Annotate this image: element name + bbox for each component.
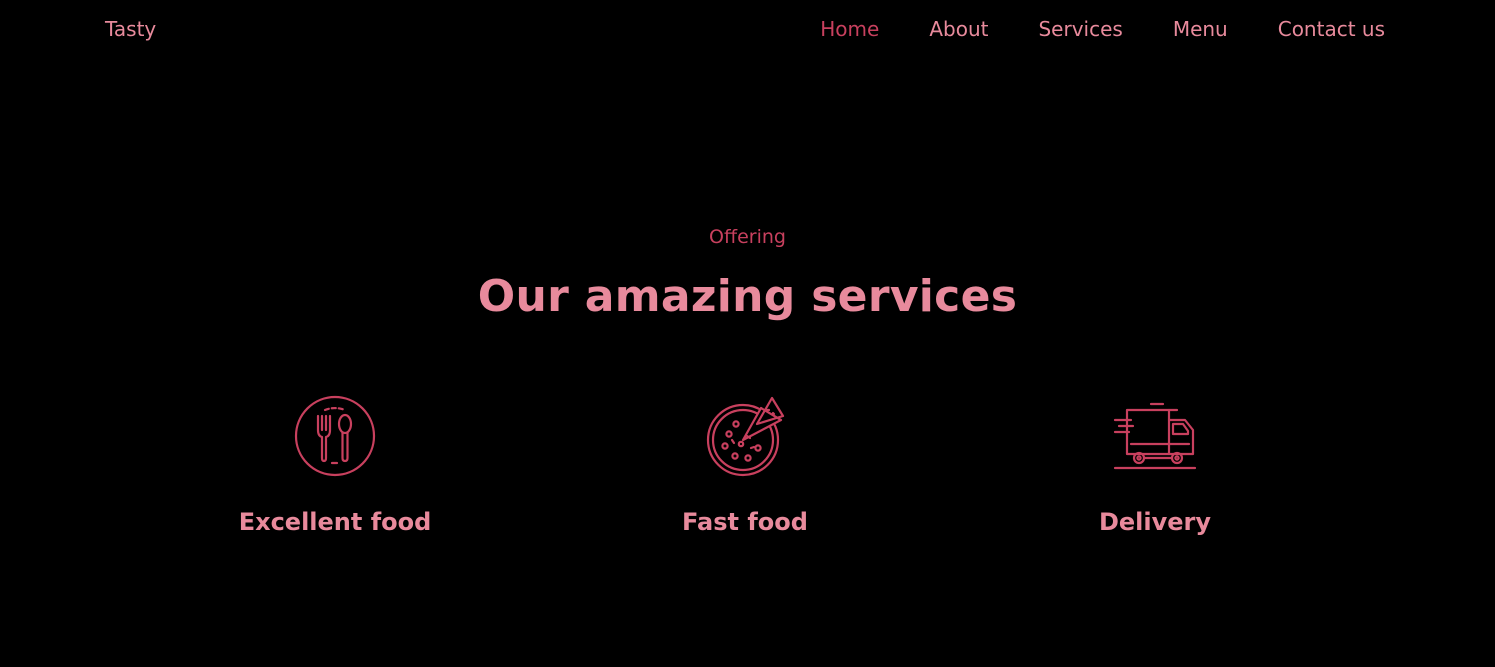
service-card-excellent-food: Excellent food <box>185 394 485 536</box>
service-title: Excellent food <box>238 508 432 536</box>
delivery-truck-icon <box>1113 402 1197 470</box>
service-title: Fast food <box>682 508 808 536</box>
brand-logo[interactable]: Tasty <box>105 17 156 41</box>
nav-link-contact[interactable]: Contact us <box>1278 17 1385 41</box>
service-card-fast-food: Fast food <box>595 394 895 536</box>
nav-menu: Home About Services Menu Contact us <box>820 17 1385 41</box>
navbar: Tasty Home About Services Menu Contact u… <box>0 0 1495 60</box>
nav-link-about[interactable]: About <box>929 17 988 41</box>
pizza-icon <box>706 396 785 477</box>
service-card-delivery: Delivery <box>1005 394 1305 536</box>
nav-link-services[interactable]: Services <box>1038 17 1122 41</box>
nav-link-menu[interactable]: Menu <box>1173 17 1228 41</box>
nav-link-home[interactable]: Home <box>820 17 879 41</box>
plate-cutlery-icon <box>294 395 376 477</box>
services-list: Excellent food Fast food Delivery <box>0 394 1495 554</box>
section-eyebrow: Offering <box>709 226 786 248</box>
section-heading: Our amazing services <box>477 271 1018 322</box>
service-title: Delivery <box>1098 508 1212 536</box>
